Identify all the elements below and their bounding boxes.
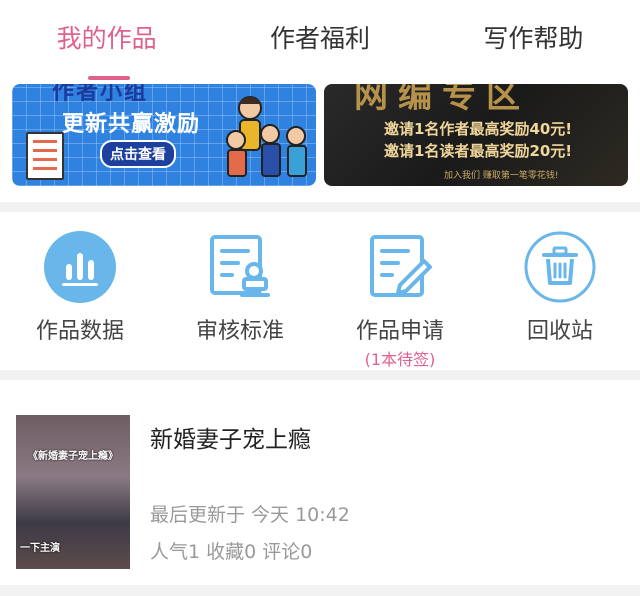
pending-sign-count: (1本待签): [364, 350, 436, 369]
shortcut-recycle-bin[interactable]: 回收站: [480, 212, 640, 370]
tab-author-benefits[interactable]: 作者福利: [213, 0, 426, 80]
work-title[interactable]: 新婚妻子宠上瘾: [150, 420, 311, 454]
banner-title: 网编专区: [354, 84, 530, 116]
tab-my-works[interactable]: 我的作品: [0, 0, 213, 80]
review-stamp-icon: [210, 235, 270, 297]
document-illustration-icon: [26, 132, 64, 180]
edit-document-icon: [370, 235, 432, 297]
cover-subtitle-text: 一下主演: [20, 543, 60, 554]
shortcut-grid: 作品数据 审核标准 作品申请 (1本待签) 回收站: [0, 212, 640, 370]
trash-icon: [524, 231, 596, 303]
shortcut-label: 作品申请: [355, 319, 444, 344]
banner-title: 作者小组: [52, 84, 149, 105]
last-update-time: 最后更新于 今天 10:42: [150, 504, 350, 526]
shortcut-work-application[interactable]: 作品申请 (1本待签): [320, 212, 480, 370]
author-group-banner[interactable]: 作者小组 更新共赢激励 点击查看: [12, 84, 316, 186]
tab-writing-help[interactable]: 写作帮助: [427, 0, 640, 80]
shortcut-label: 作品数据: [35, 319, 124, 344]
top-tab-bar: 我的作品 作者福利 写作帮助: [0, 0, 640, 80]
shortcut-label: 审核标准: [195, 319, 284, 344]
editor-zone-banner[interactable]: 网编专区 邀请1名作者最高奖励40元! 邀请1名读者最高奖励20元! 加入我们 …: [324, 84, 628, 186]
shortcut-work-data[interactable]: 作品数据: [0, 212, 160, 370]
banner-carousel: 作者小组 更新共赢激励 点击查看 网编专区 邀请1名作者最高奖励40元! 邀请1…: [0, 80, 640, 202]
people-illustration-icon: [226, 96, 307, 177]
works-list: 《新婚妻子宠上瘾》 一下主演 新婚妻子宠上瘾 最后更新于 今天 10:42 人气…: [0, 380, 640, 585]
shortcut-label: 回收站: [526, 319, 593, 344]
banner-footer: 加入我们 赚取第一笔零花钱!: [444, 171, 559, 181]
shortcut-review-standards[interactable]: 审核标准: [160, 212, 320, 370]
banner-line: 邀请1名读者最高奖励20元!: [384, 142, 573, 160]
book-cover[interactable]: 《新婚妻子宠上瘾》 一下主演: [16, 415, 130, 569]
banner-subtitle: 更新共赢激励: [62, 112, 201, 137]
bar-chart-icon: [44, 231, 116, 303]
banner-line: 邀请1名作者最高奖励40元!: [384, 120, 573, 138]
banner-view-button[interactable]: 点击查看: [100, 140, 176, 168]
work-stats: 人气1 收藏0 评论0: [150, 541, 313, 563]
cover-title-text: 《新婚妻子宠上瘾》: [28, 451, 118, 462]
